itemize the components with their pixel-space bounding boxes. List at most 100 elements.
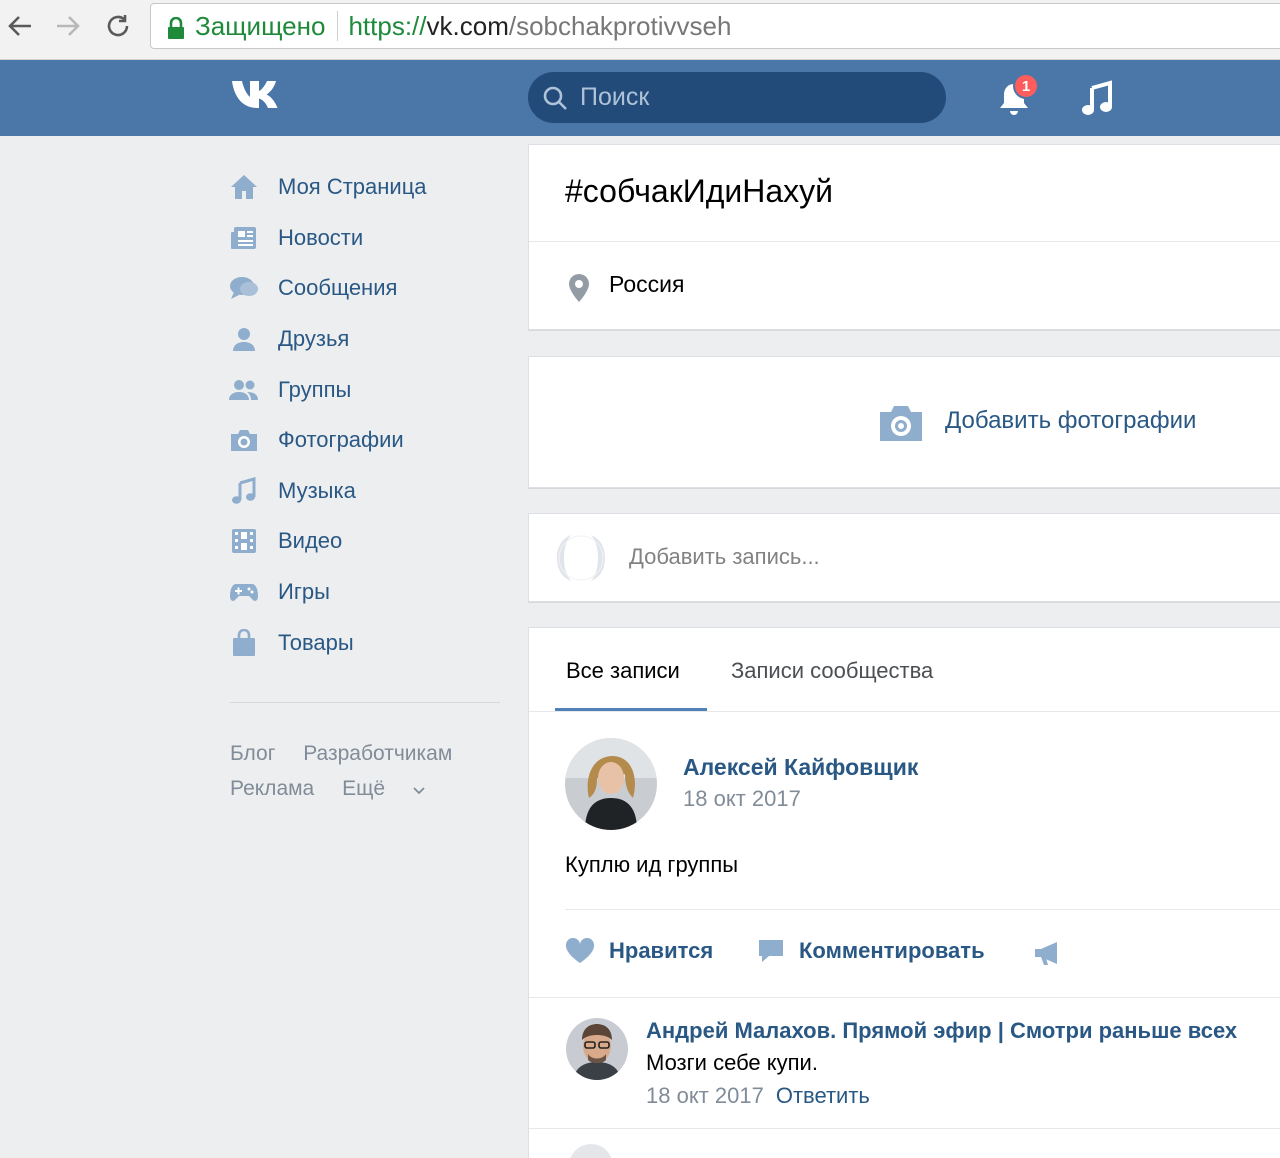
forward-button[interactable] bbox=[50, 8, 86, 44]
wall-card: Все записи Записи сообщества Алексей Кай… bbox=[528, 627, 1280, 1158]
add-photos-card: Добавить фотографии bbox=[528, 356, 1280, 488]
back-button[interactable] bbox=[2, 8, 38, 44]
post-text: Куплю ид группы bbox=[565, 852, 739, 877]
share-button[interactable] bbox=[1033, 940, 1077, 966]
menu-label: Сообщения bbox=[278, 275, 398, 301]
music-icon bbox=[228, 476, 260, 506]
bag-icon bbox=[228, 628, 260, 658]
comment-author-avatar[interactable] bbox=[566, 1018, 628, 1080]
music-note-icon bbox=[1082, 80, 1112, 115]
group-info-card: #собчакИдиНахуй Россия bbox=[528, 144, 1280, 330]
comment-date[interactable]: 18 окт 2017 bbox=[646, 1083, 764, 1108]
reload-button[interactable] bbox=[100, 8, 136, 44]
reload-icon bbox=[107, 15, 129, 37]
location-pin-icon bbox=[569, 274, 589, 302]
menu-label: Моя Страница bbox=[278, 174, 427, 200]
chevron-down-icon bbox=[413, 787, 425, 795]
more-link[interactable]: Ещё bbox=[342, 777, 425, 800]
gamepad-icon bbox=[228, 577, 260, 607]
tab-all-posts[interactable]: Все записи bbox=[566, 658, 680, 684]
camera-icon bbox=[880, 406, 922, 441]
comment-icon bbox=[759, 940, 783, 962]
url-path: /sobchakprotivvseh bbox=[508, 10, 732, 41]
like-label: Нравится bbox=[609, 938, 714, 963]
new-post-card: Добавить запись... bbox=[528, 513, 1280, 602]
new-post-input[interactable]: Добавить запись... bbox=[629, 544, 820, 570]
menu-item-games[interactable]: Игры bbox=[228, 567, 500, 618]
active-tab-indicator bbox=[555, 708, 707, 711]
divider bbox=[565, 909, 1280, 910]
search-input[interactable]: Поиск bbox=[528, 72, 946, 123]
address-bar[interactable]: Защищено https:// vk.com /sobchakprotivv… bbox=[150, 3, 1280, 49]
next-comment-avatar[interactable] bbox=[569, 1144, 613, 1158]
video-icon bbox=[228, 526, 260, 556]
like-button[interactable]: Нравится bbox=[565, 938, 713, 964]
ads-link[interactable]: Реклама bbox=[230, 777, 314, 800]
camera-icon bbox=[228, 425, 260, 455]
menu-item-photos[interactable]: Фотографии bbox=[228, 415, 500, 466]
messages-icon bbox=[228, 273, 260, 303]
site-header: Поиск 1 bbox=[0, 60, 1280, 136]
developers-link[interactable]: Разработчикам bbox=[303, 742, 452, 765]
group-location: Россия bbox=[609, 271, 685, 297]
menu-label: Видео bbox=[278, 528, 343, 554]
menu-item-video[interactable]: Видео bbox=[228, 516, 500, 567]
avatar-photo-icon bbox=[565, 738, 657, 830]
groups-icon bbox=[228, 375, 260, 405]
search-icon bbox=[543, 86, 567, 110]
comment-meta: 18 окт 2017 Ответить bbox=[646, 1083, 870, 1109]
music-player-button[interactable] bbox=[1080, 80, 1114, 118]
menu-item-market[interactable]: Товары bbox=[228, 617, 500, 668]
left-menu: Моя Страница Новости Сообщения Друзья Гр… bbox=[228, 162, 500, 668]
wall-tabs: Все записи Записи сообщества bbox=[529, 628, 1280, 712]
url-scheme: https:// bbox=[348, 10, 427, 41]
divider bbox=[529, 1128, 1280, 1129]
menu-item-messages[interactable]: Сообщения bbox=[228, 263, 500, 314]
vk-logo-icon bbox=[232, 81, 278, 108]
notifications-badge: 1 bbox=[1013, 73, 1039, 99]
menu-label: Товары bbox=[278, 629, 354, 655]
search-placeholder: Поиск bbox=[580, 83, 650, 111]
tab-community-posts[interactable]: Записи сообщества bbox=[731, 658, 933, 684]
comment-button[interactable]: Комментировать bbox=[757, 938, 985, 964]
menu-label: Новости bbox=[278, 224, 364, 250]
menu-divider bbox=[230, 702, 500, 703]
post-date[interactable]: 18 окт 2017 bbox=[683, 786, 801, 812]
avatar-photo-icon bbox=[566, 1018, 628, 1080]
more-label: Ещё bbox=[342, 777, 386, 800]
lock-icon bbox=[167, 15, 185, 39]
menu-label: Игры bbox=[278, 579, 330, 605]
vk-logo[interactable] bbox=[230, 78, 292, 116]
comment-author-name[interactable]: Андрей Малахов. Прямой эфир | Смотри ран… bbox=[646, 1018, 1237, 1044]
menu-item-friends[interactable]: Друзья bbox=[228, 314, 500, 365]
user-avatar-placeholder-icon bbox=[557, 535, 605, 581]
page-title: #собчакИдиНахуй bbox=[565, 173, 834, 209]
menu-label: Друзья bbox=[278, 326, 350, 352]
menu-item-groups[interactable]: Группы bbox=[228, 364, 500, 415]
megaphone-icon bbox=[1035, 942, 1057, 965]
menu-item-news[interactable]: Новости bbox=[228, 213, 500, 264]
divider bbox=[529, 241, 1280, 242]
divider bbox=[529, 997, 1280, 998]
post-author-name[interactable]: Алексей Кайфовщик bbox=[683, 754, 918, 781]
arrow-right-icon bbox=[57, 16, 80, 36]
arrow-left-icon bbox=[8, 16, 31, 36]
menu-label: Фотографии bbox=[278, 427, 404, 453]
add-photos-button[interactable]: Добавить фотографии bbox=[945, 407, 1196, 435]
menu-item-my-page[interactable]: Моя Страница bbox=[228, 162, 500, 213]
url-host: vk.com bbox=[426, 10, 509, 41]
browser-toolbar: Защищено https:// vk.com /sobchakprotivv… bbox=[0, 0, 1280, 60]
blog-link[interactable]: Блог bbox=[230, 742, 275, 765]
reply-link[interactable]: Ответить bbox=[776, 1083, 870, 1108]
comment-text: Мозги себе купи. bbox=[646, 1050, 818, 1075]
post-author-avatar[interactable] bbox=[565, 738, 657, 830]
url-divider bbox=[337, 11, 339, 41]
heart-icon bbox=[565, 938, 595, 963]
secure-label: Защищено bbox=[195, 10, 326, 41]
news-icon bbox=[228, 223, 260, 253]
friend-icon bbox=[228, 324, 260, 354]
menu-label: Группы bbox=[278, 376, 352, 402]
home-icon bbox=[228, 172, 260, 202]
menu-item-music[interactable]: Музыка bbox=[228, 466, 500, 517]
menu-label: Музыка bbox=[278, 477, 356, 503]
